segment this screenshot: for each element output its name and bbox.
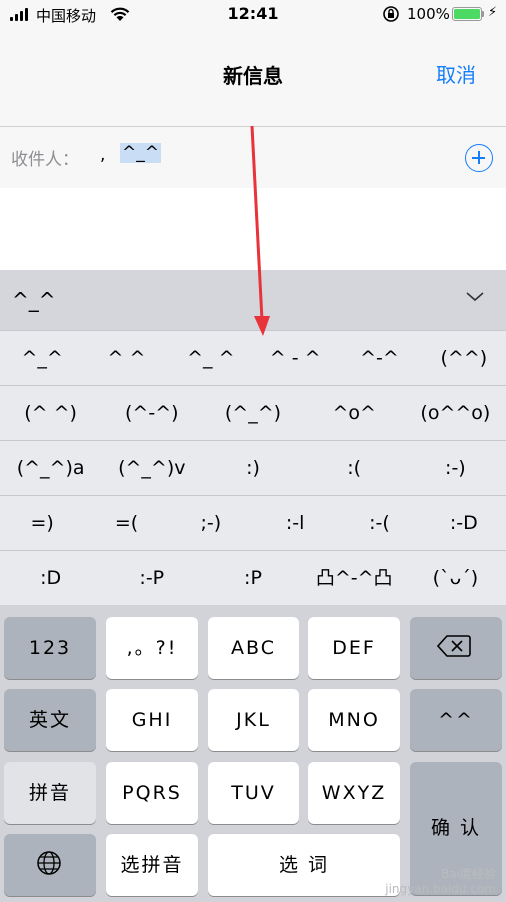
candidate-bar: ^_^ bbox=[0, 270, 506, 330]
backspace-icon bbox=[437, 635, 471, 657]
chevron-down-icon[interactable] bbox=[466, 288, 484, 306]
candidate-item[interactable]: :-l bbox=[253, 496, 337, 550]
battery-percent: 100% bbox=[407, 5, 450, 23]
key-abc[interactable]: ABC bbox=[208, 617, 299, 679]
candidate-item[interactable]: :D bbox=[0, 551, 101, 605]
watermark-url: jingyan.baidu.com bbox=[385, 882, 496, 896]
candidate-item[interactable]: ^-^ bbox=[337, 331, 421, 385]
candidate-item[interactable]: (^_^) bbox=[202, 386, 303, 440]
candidate-row: :D:-P:P 凸^-^凸 (`ᴗ´) bbox=[0, 550, 506, 605]
page-title: 新信息 bbox=[223, 64, 283, 88]
key-english[interactable]: 英文 bbox=[4, 689, 96, 751]
rotation-lock-icon bbox=[383, 6, 399, 22]
candidate-item[interactable]: (`ᴗ´) bbox=[405, 551, 506, 605]
key-def[interactable]: DEF bbox=[308, 617, 400, 679]
key-pinyin[interactable]: 拼音 bbox=[4, 762, 96, 824]
nav-bar: 新信息 取消 bbox=[0, 30, 506, 127]
candidate-item[interactable]: :-P bbox=[101, 551, 202, 605]
plus-circle-icon[interactable] bbox=[465, 144, 493, 172]
composing-text: ^_^ bbox=[12, 288, 56, 312]
candidate-row: (^ ^) (^-^) (^_^) ^o^ (o^^o) bbox=[0, 385, 506, 440]
watermark-logo: Bai度经验 bbox=[441, 867, 496, 881]
candidate-item[interactable]: (^^) bbox=[422, 331, 506, 385]
key-pqrs[interactable]: PQRS bbox=[106, 762, 198, 824]
recipient-label: 收件人： bbox=[11, 150, 79, 170]
globe-icon bbox=[37, 851, 61, 875]
candidate-item[interactable]: (^_^)v bbox=[101, 441, 202, 495]
candidate-item[interactable]: ^_^ bbox=[0, 331, 84, 385]
candidate-item[interactable]: :-( bbox=[337, 496, 421, 550]
key-jkl[interactable]: JKL bbox=[208, 689, 299, 751]
key-mno[interactable]: MNO bbox=[308, 689, 400, 751]
candidate-row: (^_^)a (^_^)v:):(:-) bbox=[0, 440, 506, 495]
battery-tip bbox=[482, 11, 484, 17]
recipient-input-text[interactable]: ^_^ bbox=[120, 143, 161, 163]
recipient-separator: , bbox=[100, 145, 106, 165]
candidate-item[interactable]: (^-^) bbox=[101, 386, 202, 440]
candidate-item[interactable]: (^ ^) bbox=[0, 386, 101, 440]
candidate-row: ^_^ ^ ^ ^_ ^ ^ - ^ ^-^ (^^) bbox=[0, 330, 506, 385]
key-select-pinyin[interactable]: 选拼音 bbox=[106, 834, 198, 896]
candidate-item[interactable]: :( bbox=[304, 441, 405, 495]
candidate-item[interactable]: :) bbox=[202, 441, 303, 495]
candidate-item[interactable]: ;-) bbox=[169, 496, 253, 550]
candidate-item[interactable]: (o^^o) bbox=[405, 386, 506, 440]
candidate-item[interactable]: :-D bbox=[422, 496, 506, 550]
watermark: Bai度经验 jingyan.baidu.com bbox=[385, 865, 496, 896]
status-bar: 中国移动 12:41 100% ⚡ bbox=[0, 0, 506, 30]
candidate-item[interactable]: :P bbox=[202, 551, 303, 605]
candidate-row: =) =(;-):-l:-(:-D bbox=[0, 495, 506, 550]
candidate-item[interactable]: 凸^-^凸 bbox=[304, 551, 405, 605]
candidate-item[interactable]: =) bbox=[0, 496, 84, 550]
candidate-item[interactable]: ^_ ^ bbox=[169, 331, 253, 385]
candidate-item[interactable]: ^ ^ bbox=[84, 331, 168, 385]
candidate-grid: ^_^ ^ ^ ^_ ^ ^ - ^ ^-^ (^^) (^ ^) (^-^) (^_^) ^o^… bbox=[0, 330, 506, 605]
recipient-field[interactable]: 收件人： , ^_^ bbox=[0, 127, 506, 188]
key-ghi[interactable]: GHI bbox=[106, 689, 198, 751]
key-punctuation[interactable]: ,。?! bbox=[106, 617, 198, 679]
key-select-word[interactable]: 选 词 bbox=[208, 834, 400, 896]
candidate-item[interactable]: (^_^)a bbox=[0, 441, 101, 495]
key-wxyz[interactable]: WXYZ bbox=[308, 762, 400, 824]
candidate-item[interactable]: ^ - ^ bbox=[253, 331, 337, 385]
charging-icon: ⚡ bbox=[488, 5, 498, 20]
key-emoticon[interactable]: ^^ bbox=[410, 689, 502, 751]
battery-icon bbox=[452, 7, 482, 21]
candidate-item[interactable]: =( bbox=[84, 496, 168, 550]
cancel-button[interactable]: 取消 bbox=[436, 59, 476, 88]
candidate-item[interactable]: ^o^ bbox=[304, 386, 405, 440]
key-tuv[interactable]: TUV bbox=[208, 762, 299, 824]
key-123[interactable]: 123 bbox=[4, 617, 96, 679]
candidate-item[interactable]: :-) bbox=[405, 441, 506, 495]
